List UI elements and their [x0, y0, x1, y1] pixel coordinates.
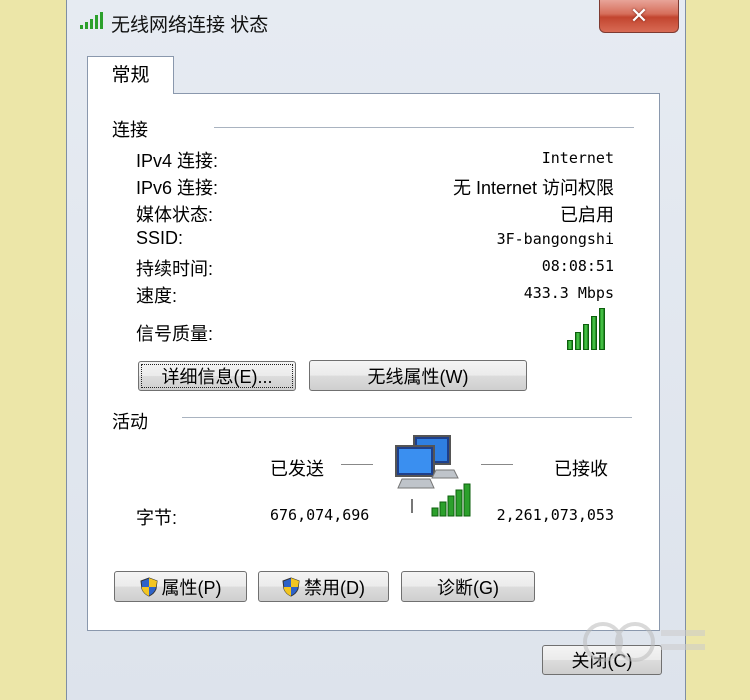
signal-strength-bars	[567, 306, 605, 350]
uac-shield-icon	[139, 576, 158, 597]
signal-bar	[599, 308, 605, 350]
sent-line	[341, 464, 373, 465]
signal-bar	[591, 316, 597, 350]
general-panel: 连接 IPv4 连接: Internet IPv6 连接: 无 Internet…	[87, 93, 660, 631]
tab-general[interactable]: 常规	[87, 56, 174, 94]
sent-label: 已发送	[270, 459, 324, 479]
signal-bar	[575, 332, 581, 350]
duration-value: 08:08:51	[541, 257, 614, 275]
bytes-sent-value: 676,074,696	[270, 506, 370, 524]
disable-button-label: 禁用(D)	[304, 577, 365, 598]
media-state-value: 已启用	[560, 205, 614, 225]
title-bar[interactable]: 无线网络连接 状态 ✕	[67, 0, 685, 44]
ipv4-value: Internet	[541, 149, 614, 167]
duration-label: 持续时间:	[136, 259, 214, 279]
activity-separator	[182, 417, 632, 419]
status-dialog: 无线网络连接 状态 ✕ 常规 连接 IPv4 连接: Internet IPv6…	[66, 0, 705, 700]
wireless-properties-button[interactable]: 无线属性(W)	[309, 360, 527, 391]
close-window-button[interactable]: ✕	[599, 0, 679, 33]
media-state-label: 媒体状态:	[136, 205, 214, 225]
ssid-value: 3F-bangongshi	[496, 230, 614, 248]
window-title: 无线网络连接 状态	[111, 15, 269, 36]
ipv6-label: IPv6 连接:	[136, 178, 219, 198]
properties-button-label: 属性(P)	[161, 577, 222, 598]
signal-quality-label: 信号质量:	[136, 324, 214, 344]
watermark-logo	[583, 622, 705, 662]
bytes-received-value: 2,261,073,053	[496, 506, 614, 524]
wireless-signal-icon	[80, 12, 103, 29]
properties-button[interactable]: 属性(P)	[114, 571, 247, 602]
disable-button[interactable]: 禁用(D)	[258, 571, 389, 602]
network-computers-icon	[395, 435, 471, 517]
ipv6-value: 无 Internet 访问权限	[452, 178, 614, 198]
ipv4-label: IPv4 连接:	[136, 151, 219, 171]
ssid-label: SSID:	[136, 228, 184, 248]
uac-shield-icon	[282, 576, 300, 597]
signal-bar	[567, 340, 573, 350]
close-icon: ✕	[629, 2, 649, 28]
speed-value: 433.3 Mbps	[523, 284, 614, 302]
connection-heading: 连接	[112, 120, 148, 140]
bytes-label: 字节:	[136, 508, 178, 528]
received-line	[481, 464, 513, 465]
signal-bar	[583, 324, 589, 350]
activity-heading: 活动	[112, 412, 148, 432]
received-label: 已接收	[554, 459, 608, 479]
diagnose-button[interactable]: 诊断(G)	[401, 571, 535, 602]
connection-separator	[214, 127, 634, 129]
speed-label: 速度:	[136, 286, 178, 306]
details-button[interactable]: 详细信息(E)...	[138, 361, 296, 391]
